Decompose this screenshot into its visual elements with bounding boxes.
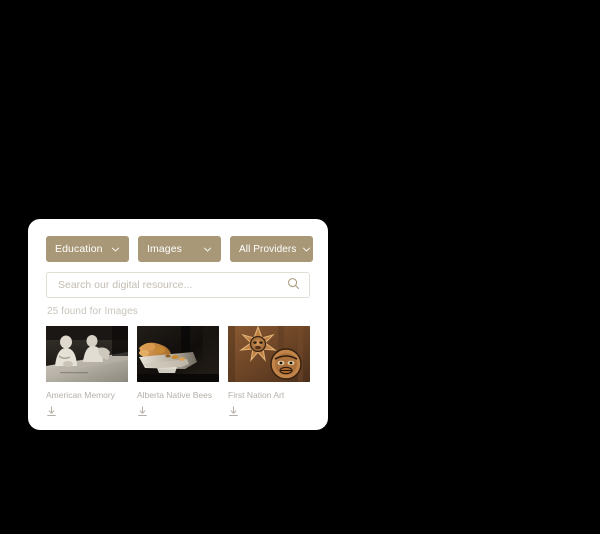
result-card[interactable]: Alberta Native Bees — [137, 326, 219, 417]
result-title: American Memory — [46, 390, 115, 400]
results-grid: American Memory Alberta Native Bees Firs… — [46, 326, 310, 417]
filter-dropdown-providers[interactable]: All Providers — [230, 236, 313, 262]
chevron-down-icon — [111, 245, 120, 254]
filter-dropdown-images-label: Images — [147, 243, 183, 255]
results-count-label: 25 found for Images — [47, 306, 138, 317]
digital-resource-search-widget: Education Images All Providers Search ou… — [28, 219, 328, 430]
chevron-down-icon — [302, 245, 311, 254]
result-card[interactable]: American Memory — [46, 326, 128, 417]
download-icon — [137, 406, 148, 417]
search-icon — [287, 277, 300, 293]
filter-bar: Education Images All Providers — [46, 236, 313, 262]
filter-dropdown-education-label: Education — [55, 243, 103, 255]
download-button[interactable] — [137, 406, 148, 417]
search-input[interactable] — [47, 273, 280, 297]
search-button[interactable] — [280, 273, 306, 297]
download-button[interactable] — [46, 406, 57, 417]
download-icon — [228, 406, 239, 417]
chevron-down-icon — [203, 245, 212, 254]
download-icon — [46, 406, 57, 417]
result-card[interactable]: First Nation Art — [228, 326, 310, 417]
result-title: First Nation Art — [228, 390, 285, 400]
result-thumbnail-first-nation-art[interactable] — [228, 326, 310, 382]
filter-dropdown-images[interactable]: Images — [138, 236, 221, 262]
result-thumbnail-alberta-native-bees[interactable] — [137, 326, 219, 382]
result-title: Alberta Native Bees — [137, 390, 213, 400]
filter-dropdown-providers-label: All Providers — [239, 243, 297, 255]
search-bar[interactable] — [46, 272, 310, 298]
download-button[interactable] — [228, 406, 239, 417]
filter-dropdown-education[interactable]: Education — [46, 236, 129, 262]
result-thumbnail-american-memory[interactable] — [46, 326, 128, 382]
